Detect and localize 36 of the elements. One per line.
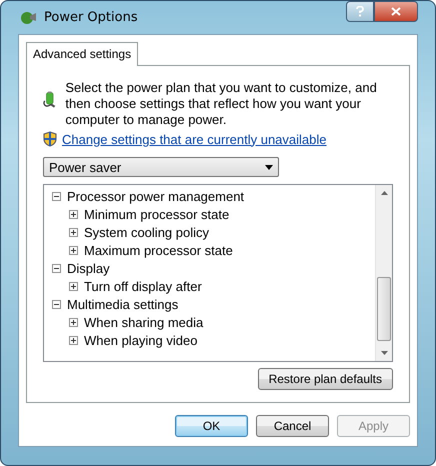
tree-item[interactable]: Minimum processor state	[52, 205, 375, 223]
plan-dropdown[interactable]: Power saver	[43, 157, 279, 177]
tree-item[interactable]: System cooling policy	[52, 223, 375, 241]
window-title: Power Options	[44, 10, 138, 25]
dialog-button[interactable]: Cancel	[256, 415, 329, 437]
tree-item[interactable]: Maximum processor state	[52, 241, 375, 259]
tree-item[interactable]: When playing video	[52, 331, 375, 349]
restore-defaults-button[interactable]: Restore plan defaults	[258, 368, 393, 390]
close-button[interactable]	[374, 1, 418, 22]
expand-icon[interactable]	[69, 246, 78, 254]
help-icon	[356, 6, 364, 17]
dialog-button[interactable]: OK	[175, 415, 248, 437]
dropdown-arrow-icon	[265, 164, 273, 170]
tree-item[interactable]: Processor power management	[52, 187, 375, 205]
tree-item[interactable]: Display	[52, 259, 375, 277]
tree-item[interactable]: Turn off display after	[52, 277, 375, 295]
expand-icon[interactable]	[69, 282, 78, 290]
tree-item[interactable]: Multimedia settings	[52, 295, 375, 313]
tree-item[interactable]: When sharing media	[52, 313, 375, 331]
shield-icon	[43, 131, 57, 147]
collapse-icon[interactable]	[52, 192, 61, 200]
collapse-icon[interactable]	[52, 264, 61, 272]
expand-icon[interactable]	[69, 228, 78, 236]
scroll-up-icon[interactable]	[380, 191, 388, 195]
scroll-thumb[interactable]	[377, 277, 391, 341]
expand-icon[interactable]	[69, 318, 78, 326]
close-icon	[391, 7, 401, 16]
scrollbar[interactable]	[375, 185, 392, 361]
scroll-down-icon[interactable]	[380, 351, 388, 355]
expand-icon[interactable]	[69, 210, 78, 218]
help-button[interactable]	[346, 1, 374, 22]
instructions-text: Select the power plan that you want to customize, and then choose settings that reflect how you want your computer to manage power.	[65, 80, 378, 128]
change-settings-link[interactable]: Change settings that are currently unavailable	[62, 132, 326, 146]
expand-icon[interactable]	[69, 336, 78, 344]
collapse-icon[interactable]	[52, 300, 61, 308]
tab[interactable]: Advanced settings	[26, 42, 138, 66]
